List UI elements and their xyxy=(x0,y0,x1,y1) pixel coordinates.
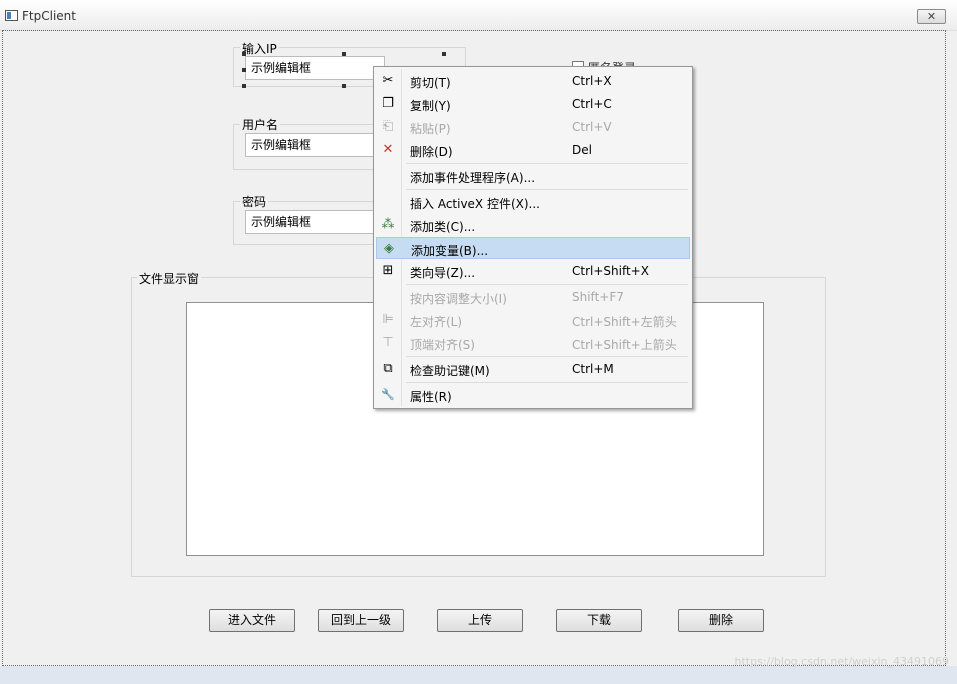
menu-item-label: 粘贴(P) xyxy=(410,122,451,136)
align-top-icon: ⊤ xyxy=(382,335,394,350)
menu-item-label: 按内容调整大小(I) xyxy=(410,292,507,306)
close-button[interactable]: ✕ xyxy=(917,9,946,24)
delete-x-icon: ✕ xyxy=(382,142,394,157)
menu-separator xyxy=(406,356,688,357)
mnemonic-check-icon: ⧉ xyxy=(383,361,393,376)
selection-handle[interactable] xyxy=(442,52,446,56)
paste-icon: ⎗ xyxy=(382,119,394,134)
user-label: 用户名 xyxy=(240,116,281,133)
taskbar-strip xyxy=(0,666,957,684)
menu-item-class-wizard[interactable]: ⊞ 类向导(Z)... Ctrl+Shift+X xyxy=(376,260,690,282)
menu-item-shortcut: Ctrl+Shift+上箭头 xyxy=(572,338,677,352)
menu-separator xyxy=(406,189,688,190)
menu-item-label: 添加类(C)... xyxy=(410,220,476,234)
menu-separator xyxy=(406,163,688,164)
menu-item-label: 添加事件处理程序(A)... xyxy=(410,171,536,185)
menu-item-label: 插入 ActiveX 控件(X)... xyxy=(410,197,540,211)
menu-item-add-variable[interactable]: ◈ 添加变量(B)... xyxy=(376,237,690,259)
menu-item-label: 顶端对齐(S) xyxy=(410,338,475,352)
menu-item-align-left: ⊫ 左对齐(L) Ctrl+Shift+左箭头 xyxy=(376,309,690,331)
menu-item-shortcut: Ctrl+Shift+左箭头 xyxy=(572,315,677,329)
selection-handle[interactable] xyxy=(242,52,246,56)
selection-handle[interactable] xyxy=(242,84,246,88)
delete-button[interactable]: 删除 xyxy=(678,609,764,632)
menu-item-label: 删除(D) xyxy=(410,145,453,159)
menu-item-label: 剪切(T) xyxy=(410,76,451,90)
class-wizard-icon: ⊞ xyxy=(382,263,394,278)
menu-separator xyxy=(406,284,688,285)
menu-item-copy[interactable]: ❐ 复制(Y) Ctrl+C xyxy=(376,93,690,115)
menu-item-shortcut: Shift+F7 xyxy=(572,290,624,304)
add-variable-icon: ◈ xyxy=(384,241,394,256)
password-input[interactable]: 示例编辑框 xyxy=(245,210,385,234)
menu-item-label: 复制(Y) xyxy=(410,99,451,113)
menu-item-shortcut: Ctrl+Shift+X xyxy=(572,264,649,278)
enter-file-button[interactable]: 进入文件 xyxy=(209,609,295,632)
ftpclient-window: FtpClient ✕ 输入IP 示例编辑框 匿名登录 用户名 示例编辑框 密码… xyxy=(0,0,957,684)
context-menu: ✂ 剪切(T) Ctrl+X ❐ 复制(Y) Ctrl+C ⎗ 粘贴(P) Ct… xyxy=(373,66,693,409)
menu-item-shortcut: Ctrl+V xyxy=(572,120,612,134)
wrench-icon: 🔧 xyxy=(381,388,395,401)
selection-handle[interactable] xyxy=(342,84,346,88)
menu-item-check-mnemonics[interactable]: ⧉ 检查助记键(M) Ctrl+M xyxy=(376,358,690,380)
upload-button[interactable]: 上传 xyxy=(437,609,523,632)
watermark: https://blog.csdn.net/weixin_43491069 xyxy=(734,655,949,668)
menu-item-label: 添加变量(B)... xyxy=(411,244,489,258)
menu-item-shortcut: Ctrl+X xyxy=(572,74,612,88)
title-bar: FtpClient ✕ xyxy=(0,0,957,31)
window-title: FtpClient xyxy=(22,9,76,23)
menu-item-cut[interactable]: ✂ 剪切(T) Ctrl+X xyxy=(376,70,690,92)
menu-item-label: 属性(R) xyxy=(410,390,452,404)
ip-input[interactable]: 示例编辑框 xyxy=(245,56,385,80)
user-input[interactable]: 示例编辑框 xyxy=(245,133,385,157)
menu-item-paste: ⎗ 粘贴(P) Ctrl+V xyxy=(376,116,690,138)
menu-item-shortcut: Ctrl+M xyxy=(572,362,614,376)
menu-item-size-to-content: 按内容调整大小(I) Shift+F7 xyxy=(376,286,690,308)
download-button[interactable]: 下载 xyxy=(556,609,642,632)
menu-item-label: 类向导(Z)... xyxy=(410,266,476,280)
add-class-icon: ⁂ xyxy=(381,217,395,232)
selection-handle[interactable] xyxy=(242,68,246,72)
menu-item-shortcut: Ctrl+C xyxy=(572,97,612,111)
file-display-label: 文件显示窗 xyxy=(137,270,202,287)
go-up-button[interactable]: 回到上一级 xyxy=(318,609,404,632)
align-left-icon: ⊫ xyxy=(382,312,394,327)
password-label: 密码 xyxy=(240,193,269,210)
menu-item-delete[interactable]: ✕ 删除(D) Del xyxy=(376,139,690,161)
scissors-icon: ✂ xyxy=(382,73,394,88)
menu-item-properties[interactable]: 🔧 属性(R) xyxy=(376,384,690,406)
menu-item-add-class[interactable]: ⁂ 添加类(C)... xyxy=(376,214,690,236)
app-icon xyxy=(5,10,18,21)
menu-item-align-top: ⊤ 顶端对齐(S) Ctrl+Shift+上箭头 xyxy=(376,332,690,354)
menu-item-label: 左对齐(L) xyxy=(410,315,463,329)
selection-handle[interactable] xyxy=(342,52,346,56)
copy-icon: ❐ xyxy=(382,96,394,111)
menu-item-label: 检查助记键(M) xyxy=(410,364,490,378)
menu-separator xyxy=(406,382,688,383)
menu-item-add-event-handler[interactable]: 添加事件处理程序(A)... xyxy=(376,165,690,187)
menu-item-insert-activex[interactable]: 插入 ActiveX 控件(X)... xyxy=(376,191,690,213)
menu-item-shortcut: Del xyxy=(572,143,592,157)
